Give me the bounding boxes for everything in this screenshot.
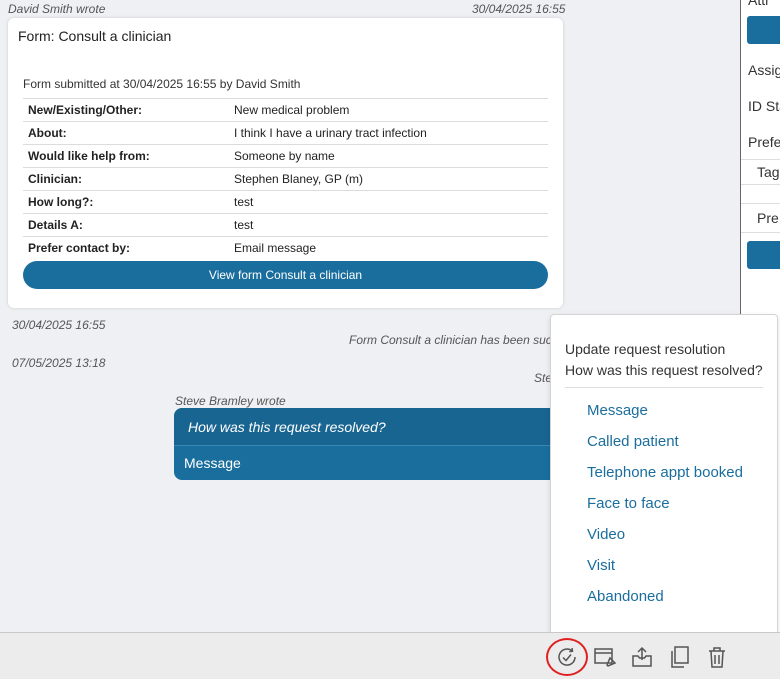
table-row: Details A: test — [23, 213, 548, 237]
resolution-option-telephone-appt[interactable]: Telephone appt booked — [587, 464, 743, 481]
window-edit-icon — [594, 648, 617, 667]
resolution-option-called-patient[interactable]: Called patient — [587, 433, 679, 450]
reply-author: Steve Bramley wrote — [175, 394, 286, 408]
preferences-label: Pre — [757, 210, 779, 226]
delete-button[interactable] — [703, 643, 731, 671]
reply-question: How was this request resolved? — [174, 408, 574, 446]
table-row: About: I think I have a urinary tract inf… — [23, 121, 548, 145]
copy-icon — [671, 646, 689, 668]
panel-label-assigned: Assig — [748, 62, 780, 78]
form-title: Form: Consult a clinician — [18, 28, 172, 44]
bottom-toolbar — [0, 632, 780, 679]
trash-icon — [709, 647, 725, 668]
highlight-ring — [546, 638, 588, 676]
copy-button[interactable] — [665, 643, 693, 671]
divider — [565, 387, 763, 388]
message-author: David Smith wrote — [8, 2, 106, 16]
resolution-option-video[interactable]: Video — [587, 526, 625, 543]
resolution-option-abandoned[interactable]: Abandoned — [587, 588, 664, 605]
reply-answer: Message — [184, 455, 241, 471]
form-card: Form: Consult a clinician Form submitted… — [8, 18, 563, 308]
popover-title: Update request resolution — [565, 341, 726, 357]
export-button[interactable] — [628, 643, 656, 671]
resolution-option-face-to-face[interactable]: Face to face — [587, 495, 670, 512]
system-timestamp: 07/05/2025 13:18 — [12, 356, 106, 370]
form-submitted-info: Form submitted at 30/04/2025 16:55 by Da… — [23, 77, 301, 91]
resolution-option-message[interactable]: Message — [587, 402, 648, 419]
system-timestamp: 30/04/2025 16:55 — [12, 318, 106, 332]
message-timestamp: 30/04/2025 16:55 — [472, 2, 566, 16]
system-message: Form Consult a clinician has been suc — [349, 333, 552, 347]
table-row: How long?: test — [23, 190, 548, 214]
resolution-popover: Update request resolution How was this r… — [550, 314, 778, 636]
export-icon — [632, 646, 652, 667]
preferences-section[interactable]: Pre — [741, 203, 780, 233]
table-row: Would like help from: Someone by name — [23, 144, 548, 168]
resolution-option-visit[interactable]: Visit — [587, 557, 615, 574]
table-row: Clinician: Stephen Blaney, GP (m) — [23, 167, 548, 191]
view-form-button[interactable]: View form Consult a clinician — [23, 261, 548, 289]
panel-action-button[interactable] — [747, 16, 780, 44]
tags-section[interactable]: Tag — [741, 159, 780, 185]
edit-window-button[interactable] — [591, 643, 619, 671]
reply-bubble: How was this request resolved? Message — [174, 408, 574, 480]
popover-subtitle: How was this request resolved? — [565, 362, 763, 378]
panel-label: Attr — [748, 0, 770, 8]
panel-label-id-status: ID Sta — [748, 98, 780, 114]
table-row: Prefer contact by: Email message — [23, 236, 548, 260]
panel-label-preference: Prefe — [748, 134, 780, 150]
panel-action-button[interactable] — [747, 241, 780, 269]
tags-label: Tag — [757, 164, 780, 180]
table-row: New/Existing/Other: New medical problem — [23, 98, 548, 122]
form-fields-table: New/Existing/Other: New medical problem A… — [23, 98, 548, 260]
